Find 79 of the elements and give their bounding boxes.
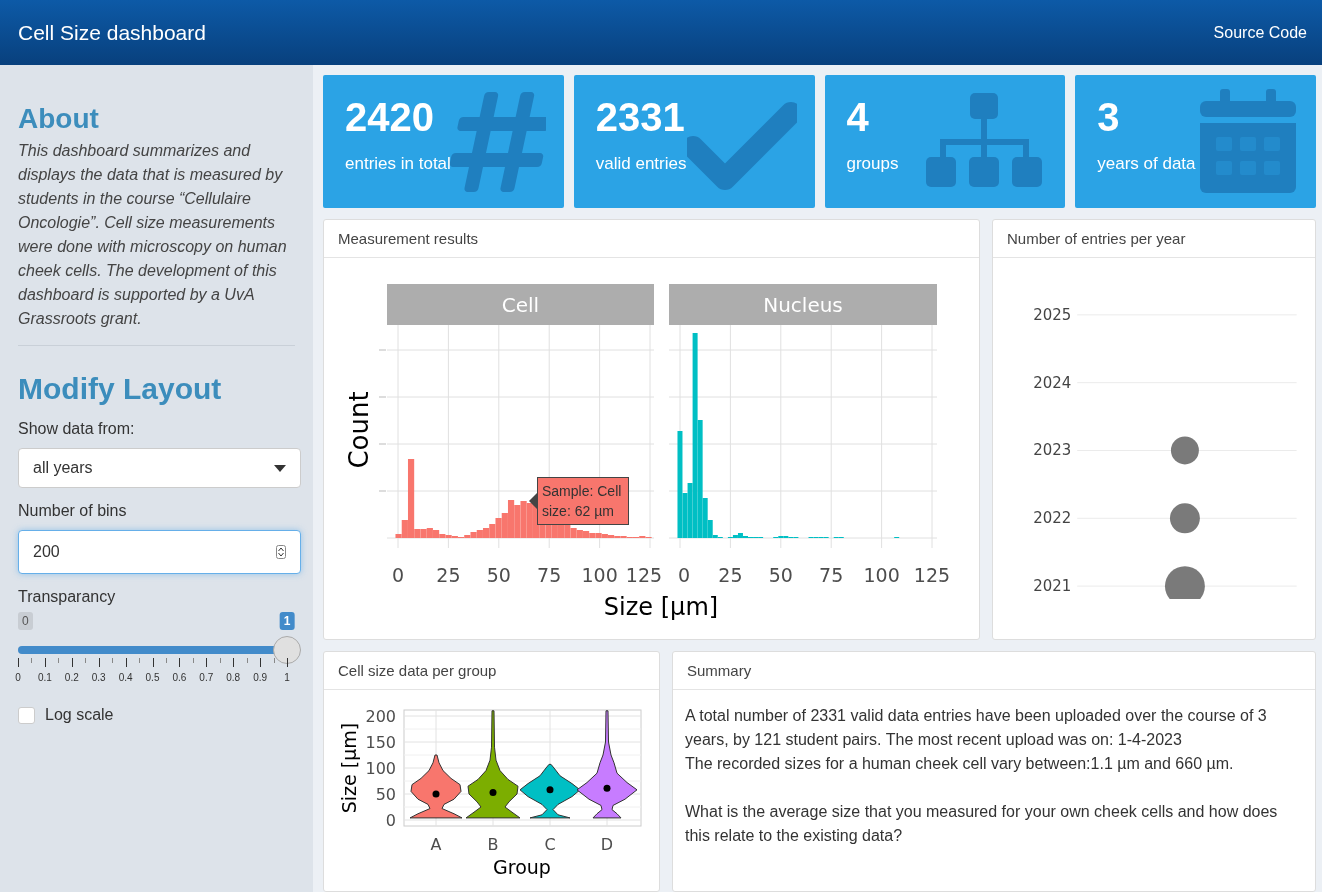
axis-tick-label: 2021 [1033,577,1072,596]
axis-title: Count [344,391,374,469]
slider-tick-label: 0.7 [199,672,214,683]
slider-tick-label: 0 [15,672,21,683]
mean-dot [432,790,440,798]
about-text: This dashboard summarizes and displays the data that is measured by students in the course “Cellulaire Oncologie”. Cell size measurements were done with microscopy on human cheek cells. The development of this dashboard is supported by a UvA Grassroots grant. [18,139,295,346]
facet-label: Cell [501,293,540,317]
source-code-link[interactable]: Source Code [1213,23,1307,42]
axis-tick-label: D [600,835,614,854]
axis-tick-label: 200 [365,707,396,726]
slider-tick-label: 0.3 [91,672,106,683]
facet-label: Nucleus [763,293,843,317]
slider-tick-label: 0.4 [118,672,133,683]
axis-tick-label: C [544,835,556,854]
year-select[interactable]: all years [18,448,301,488]
slider-tick-label: 0.5 [145,672,160,683]
slider-value-label: 1 [279,612,295,630]
value-number: 3 [1097,95,1120,140]
spinner-icon [276,545,286,559]
mean-dot [489,788,497,796]
summary-text: The recorded sizes for a human cheek cell vary between:1.1 µm and 660 µm. [685,754,1235,774]
mean-dot [603,784,611,792]
field-label: Show data from: [18,420,136,438]
value-label: years of data [1097,154,1196,174]
field-label: Number of bins [18,502,128,520]
axis-tick-label: 2023 [1033,441,1072,460]
value-label: entries in total [345,154,451,174]
value-label: valid entries [595,154,687,174]
panel-title: Cell size data per group [338,662,497,679]
axis-tick-label: 150 [365,733,396,752]
axis-tick-label: 50 [375,785,396,804]
slider-tick-label: 0.8 [226,672,241,683]
axis-title: Group [493,856,551,878]
slider-tick-label: 0.6 [172,672,187,683]
slider-tick-label: 0.9 [253,672,268,683]
axis-tick-label: 125 [913,564,951,586]
panel-title: Summary [687,662,752,679]
axis-title: Size [µm] [603,593,719,621]
axis-tick-label: 125 [625,564,663,586]
axis-tick-label: 25 [718,564,743,586]
axis-tick-label: 100 [365,759,396,778]
field-label: Transparancy [18,588,117,606]
panel-title: Number of entries per year [1007,230,1186,247]
axis-tick-label: 2025 [1033,305,1072,324]
checkbox-label: Log scale [45,706,114,724]
value-number: 2420 [345,95,434,140]
axis-tick-label: B [487,835,499,854]
slider-handle[interactable] [273,636,301,664]
axis-tick-label: 75 [537,564,562,586]
panel-title: Measurement results [338,230,479,247]
section-heading: Modify Layout [18,372,223,406]
axis-tick-label: 2022 [1033,509,1072,528]
axis-tick-label: A [430,835,442,854]
bins-input[interactable]: 200 [18,530,301,574]
summary-question: What is the average size that you measured for your own cheek cells and how does this relate to the existing data? [685,802,1279,846]
slider-tick-label: 0.1 [37,672,52,683]
axis-tick-label: 100 [581,564,618,586]
axis-tick-label: 50 [768,564,793,586]
axis-tick-label: 25 [436,564,461,586]
app-title: Cell Size dashboard [18,20,206,45]
value-number: 2331 [595,95,685,140]
checkbox[interactable] [18,706,35,724]
slider-tick-label: 1 [284,672,290,683]
section-heading: About [18,103,100,135]
value-label: groups [846,154,899,174]
axis-tick-label: 2024 [1033,373,1072,392]
axis-title: Size [µm] [338,722,360,814]
axis-tick-label: 100 [863,564,900,586]
axis-tick-label: 50 [486,564,511,586]
axis-tick-label: 0 [391,564,405,586]
caret-icon [274,464,286,472]
axis-tick-label: 0 [677,564,691,586]
value-number: 4 [846,95,869,140]
axis-tick-label: 75 [819,564,844,586]
mean-dot [546,786,554,794]
slider-min-label: 0 [18,612,33,630]
slider-tick-label: 0.2 [64,672,79,683]
summary-text: A total number of 2331 valid data entries have been uploaded over the course of 3 years, by 121 student pairs. The most recent upload was on: 1-4-2023 [685,706,1268,750]
axis-tick-label: 0 [385,811,396,830]
